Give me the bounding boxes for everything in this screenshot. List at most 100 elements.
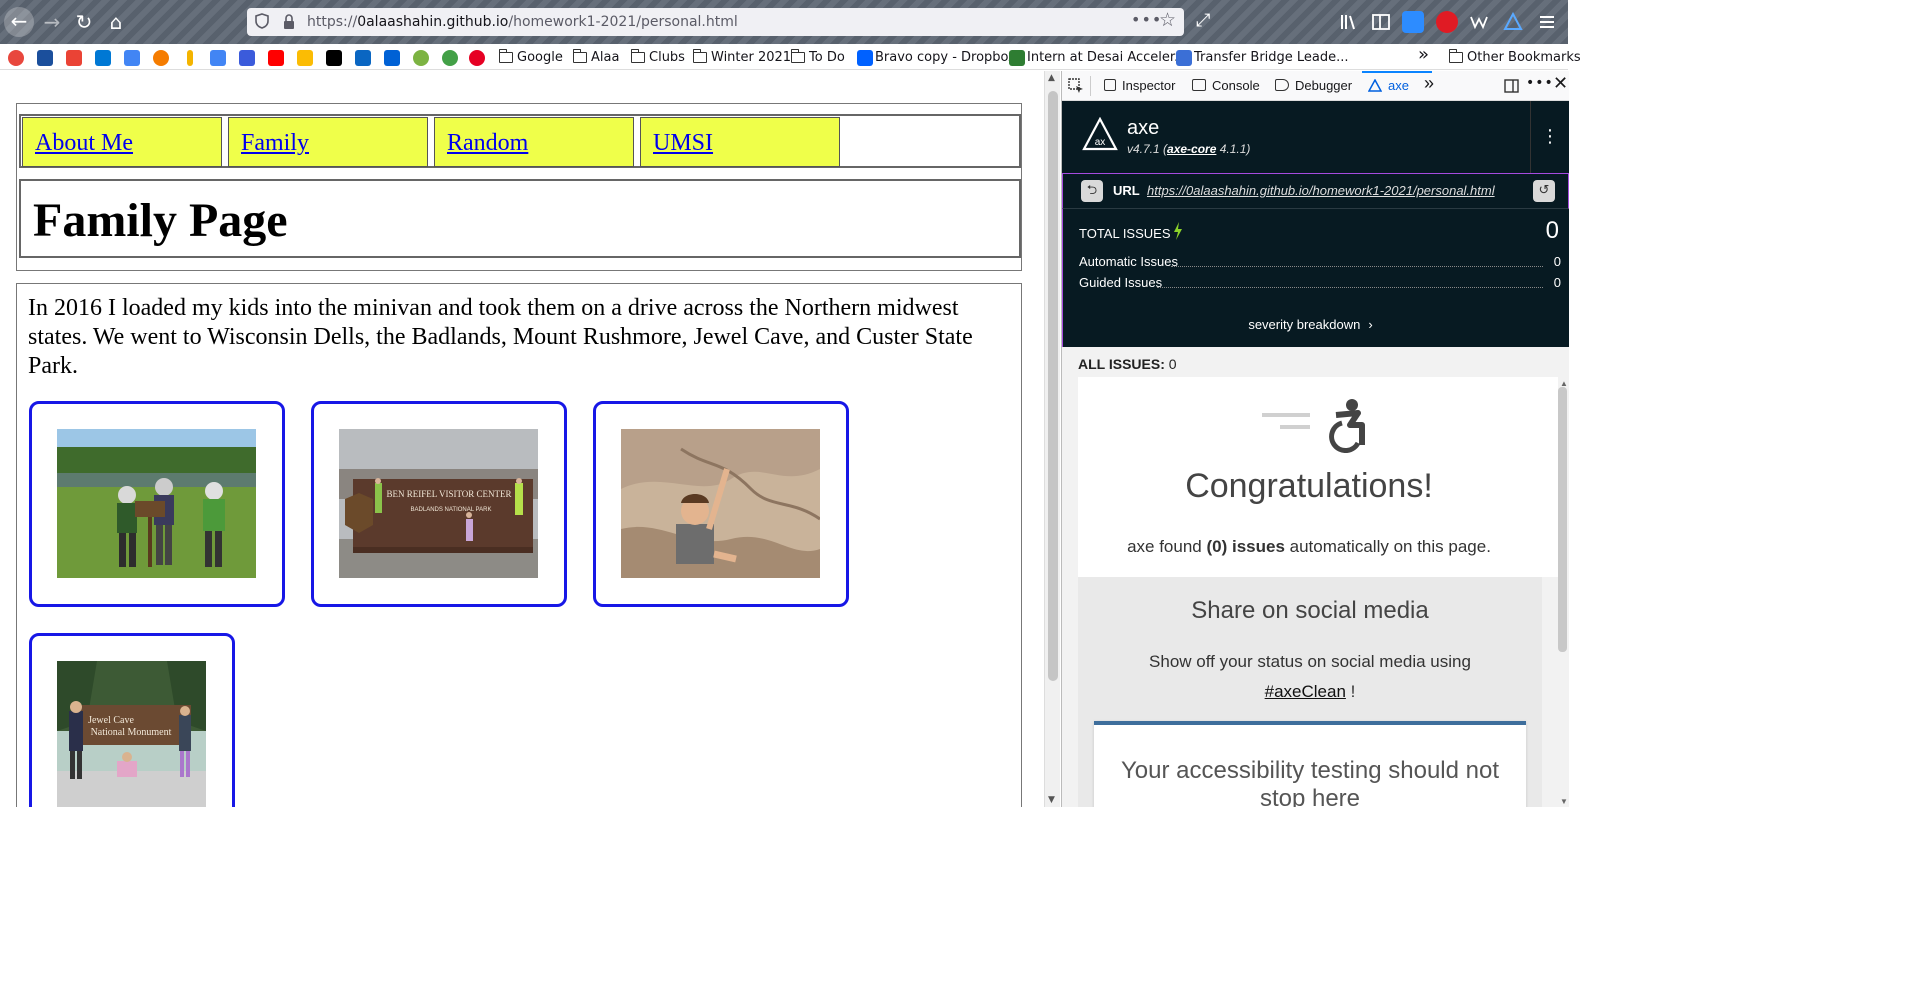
scroll-down-arrow-icon[interactable]: ▼ [1048,795,1055,805]
bookmark-label: Intern at Desai Acceler... [1027,50,1187,65]
folder-label: Google [517,50,563,65]
devtools-more-icon[interactable]: ••• [1526,75,1554,91]
blogger-favicon-icon[interactable] [153,50,169,66]
bookmark-folder-alaa[interactable]: Alaa [572,48,619,68]
bookmark-folder-to-do[interactable]: To Do [790,48,845,68]
tab-console[interactable]: Console [1192,78,1260,93]
axe-url-link[interactable]: https://0alaashahin.github.io/homework1-… [1147,183,1495,198]
reader-sidebar-icon[interactable] [1370,11,1392,33]
zoom-extension-icon[interactable] [1402,11,1424,33]
kids-outdoors-photo [57,429,256,578]
hamburger-menu-icon[interactable] [1536,11,1558,33]
keep-favicon-icon[interactable] [297,50,313,66]
leader-dots [1171,266,1543,267]
element-picker-icon[interactable] [1068,78,1084,94]
fullscreen-expand-icon[interactable]: ⤢ [1196,10,1210,31]
axe-rerun-button[interactable]: ↺ [1533,180,1555,202]
tabs-overflow-icon[interactable]: » [1424,73,1434,94]
sign-subtext: BADLANDS NATIONAL PARK [411,507,492,513]
linkedin-favicon-icon[interactable] [355,50,371,66]
tab-label: Debugger [1295,78,1353,93]
tab-debugger[interactable]: Debugger [1275,78,1352,93]
bookmark-favicon-icon[interactable] [442,50,458,66]
axe-clean-hashtag-link[interactable]: #axeClean [1265,682,1346,701]
medium-favicon-icon[interactable] [326,50,342,66]
nav-link-about-me[interactable]: About Me [35,130,133,156]
bookmark-link-dropbox[interactable]: Bravo copy - Dropbox [857,48,1016,68]
axe-header: ax axe v4.7.1 (axe-core 4.1.1) ⋮ [1062,101,1569,173]
web-page: About Me Family Random UMSI Family Page … [0,71,1044,807]
dock-side-icon[interactable] [1504,78,1520,94]
severity-breakdown-link[interactable]: severity breakdown › [1063,317,1558,332]
pinterest-favicon-icon[interactable] [469,50,485,66]
axe-extension-icon[interactable] [1502,11,1524,33]
axe-scroll-thumb[interactable] [1558,387,1567,652]
bookmark-favicon-icon[interactable] [239,50,255,66]
folder-icon [630,49,645,63]
promo-text: Your accessibility testing should not st… [1121,757,1499,807]
active-tab-indicator [1362,71,1432,73]
outlook-favicon-icon[interactable] [95,50,111,66]
forward-arrow-icon: → [43,10,61,34]
video-extension-icon[interactable] [1436,11,1458,33]
back-button[interactable]: ← [4,7,34,37]
axe-summary: TOTAL ISSUES 0 Automatic Issues 0 Guided… [1062,209,1569,347]
tab-axe[interactable]: axe [1367,78,1409,93]
box-favicon-icon[interactable] [384,50,400,66]
gmail-favicon-icon[interactable] [66,50,82,66]
jewel-cave-photo: Jewel Cave National Monument [57,661,206,807]
bookmark-favicon-icon[interactable] [8,50,24,66]
bookmark-favicon-icon[interactable] [413,50,429,66]
reload-button[interactable]: ↻ [70,8,98,36]
url-prefix: https:// [307,14,358,30]
scroll-up-arrow-icon[interactable]: ▲ [1048,73,1055,83]
bookmark-favicon-icon [1009,50,1025,66]
axe-menu-icon[interactable]: ⋮ [1530,101,1569,173]
axe-back-button[interactable]: ⮌ [1081,180,1103,202]
photo-card: BEN REIFEL VISITOR CENTER BADLANDS NATIO… [311,401,567,607]
calendar-favicon-icon[interactable] [124,50,140,66]
url-text[interactable]: https://0alaashahin.github.io/homework1-… [307,14,738,30]
url-bar[interactable]: https://0alaashahin.github.io/homework1-… [247,8,1184,36]
bookmark-folder-other[interactable]: Other Bookmarks [1448,48,1581,68]
bookmark-favicon-icon[interactable] [187,50,193,66]
bookmark-folder-clubs[interactable]: Clubs [630,48,685,68]
tab-inspector[interactable]: Inspector [1104,78,1175,93]
nav-link-umsi[interactable]: UMSI [653,130,713,156]
promo-card: Your accessibility testing should not st… [1094,721,1526,807]
total-issues-label: TOTAL ISSUES [1079,226,1171,241]
lock-icon[interactable] [283,14,295,30]
page-scroll-thumb[interactable] [1048,91,1058,681]
severity-breakdown-label: severity breakdown [1248,317,1361,332]
axe-core-link[interactable]: axe-core [1167,142,1216,156]
library-icon[interactable] [1338,11,1360,33]
scroll-down-arrow-icon[interactable]: ▼ [1560,797,1568,806]
guided-issues-count: 0 [1553,275,1561,290]
axe-triangle-icon [1367,78,1383,92]
page-actions-more-icon[interactable]: ••• [1131,10,1162,29]
sign-text: BEN REIFEL VISITOR CENTER [386,489,511,499]
console-icon [1192,79,1206,91]
close-devtools-icon[interactable]: ✕ [1553,73,1568,94]
photo-card [593,401,849,607]
page-scrollbar[interactable]: ▲ ▼ [1044,71,1060,807]
bookmark-folder-winter-2021[interactable]: Winter 2021 [692,48,791,68]
youtube-favicon-icon[interactable] [268,50,284,66]
version-suffix: 4.1.1) [1216,142,1251,156]
page-title: Family Page [33,194,288,247]
bookmark-folder-google[interactable]: Google [498,48,563,68]
folder-label: To Do [809,50,845,65]
bookmark-favicon-icon[interactable] [37,50,53,66]
translate-favicon-icon[interactable] [210,50,226,66]
nav-link-family[interactable]: Family [241,130,309,156]
shield-icon[interactable] [255,13,269,29]
nav-link-random[interactable]: Random [447,130,528,156]
bookmarks-overflow-icon[interactable]: » [1418,45,1429,65]
forward-button[interactable]: → [38,8,66,36]
bookmark-link-transfer-bridge[interactable]: Transfer Bridge Leade... [1176,48,1349,68]
bookmark-link-intern[interactable]: Intern at Desai Acceler... [1009,48,1186,68]
w-extension-icon[interactable] [1468,11,1490,33]
tab-label: axe [1388,78,1409,93]
bookmark-star-icon[interactable]: ☆ [1159,9,1176,31]
home-button[interactable]: ⌂ [102,8,130,36]
